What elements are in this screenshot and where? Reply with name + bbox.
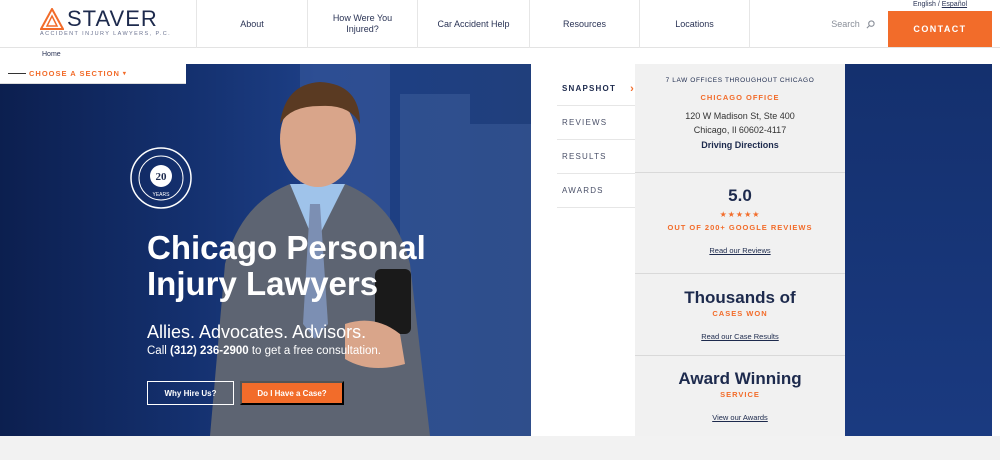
hero-right-background	[845, 64, 992, 436]
badge-years-label: YEARS	[153, 192, 171, 198]
awards-section: Award Winning SERVICE View our Awards	[635, 356, 845, 436]
contact-button[interactable]: CONTACT	[888, 11, 992, 47]
page: STAVER ACCIDENT INJURY LAWYERS, P.C. Abo…	[0, 0, 1000, 460]
lang-english[interactable]: English	[913, 1, 936, 8]
hero-title: Chicago Personal Injury Lawyers	[147, 230, 527, 302]
call-prefix: Call	[147, 345, 171, 357]
20-years-badge-icon: 20 YEARS	[130, 147, 192, 209]
rating-value: 5.0	[728, 186, 752, 205]
cases-caption: CASES WON	[712, 309, 768, 318]
staver-logo[interactable]: STAVER ACCIDENT INJURY LAWYERS, P.C.	[40, 6, 170, 42]
read-reviews-link[interactable]: Read our Reviews	[635, 246, 845, 255]
tab-snapshot[interactable]: SNAPSHOT ›	[557, 72, 639, 106]
office-name: CHICAGO OFFICE	[700, 93, 780, 102]
search-icon[interactable]	[866, 19, 875, 29]
driving-directions-link[interactable]: Driving Directions	[635, 140, 845, 150]
nav-locations[interactable]: Locations	[639, 0, 750, 48]
search-label: Search	[831, 19, 860, 29]
nav-about[interactable]: About	[196, 0, 307, 48]
nav-how-injured[interactable]: How Were You Injured?	[307, 0, 417, 48]
results-section: Thousands of CASES WON Read our Case Res…	[635, 274, 845, 356]
reviews-section: 5.0 ★★★★★ OUT OF 200+ GOOGLE REVIEWS Rea…	[635, 173, 845, 274]
choose-dash	[8, 73, 26, 74]
why-hire-us-button[interactable]: Why Hire Us?	[147, 381, 234, 405]
do-i-have-a-case-button[interactable]: Do I Have a Case?	[240, 381, 344, 405]
main-nav: About How Were You Injured? Car Accident…	[196, 0, 750, 48]
offices-count-text: 7 LAW OFFICES THROUGHOUT CHICAGO	[665, 77, 815, 84]
breadcrumb-bar: Home	[0, 48, 1000, 64]
hero-title-line1: Chicago Personal	[147, 229, 426, 266]
tab-awards[interactable]: AWARDS	[557, 174, 639, 208]
hero-subtitle: Allies. Advocates. Advisors.	[147, 322, 367, 342]
page-right-edge	[992, 48, 1000, 436]
award-caption: SERVICE	[720, 390, 760, 399]
snapshot-info-panel: 7 LAW OFFICES THROUGHOUT CHICAGO CHICAGO…	[635, 64, 845, 436]
nav-resources[interactable]: Resources	[529, 0, 639, 48]
choose-section-dropdown[interactable]: CHOOSE A SECTION ▾	[0, 64, 186, 84]
office-section: 7 LAW OFFICES THROUGHOUT CHICAGO CHICAGO…	[635, 64, 845, 173]
cases-title: Thousands of	[684, 288, 796, 307]
office-address-line1: 120 W Madison St, Ste 400	[685, 111, 795, 121]
tab-label: RESULTS	[562, 152, 607, 161]
tab-reviews[interactable]: REVIEWS	[557, 106, 639, 140]
choose-section-label: CHOOSE A SECTION	[29, 69, 120, 78]
site-header: STAVER ACCIDENT INJURY LAWYERS, P.C. Abo…	[0, 0, 1000, 48]
badge-years-number: 20	[156, 171, 168, 183]
logo-subtitle: ACCIDENT INJURY LAWYERS, P.C.	[40, 31, 172, 37]
logo-text: STAVER	[67, 6, 158, 31]
search-box[interactable]: Search	[820, 0, 886, 48]
language-switcher: English / Español	[888, 0, 992, 11]
tab-results[interactable]: RESULTS	[557, 140, 639, 174]
chevron-down-icon: ▾	[122, 71, 127, 77]
snapshot-tabs: SNAPSHOT › REVIEWS RESULTS AWARDS	[531, 64, 639, 436]
call-suffix: to get a free consultation.	[248, 345, 382, 357]
phone-number[interactable]: (312) 236-2900	[170, 345, 249, 357]
logo-triangle-icon	[40, 8, 64, 30]
tab-label: REVIEWS	[562, 118, 608, 127]
nav-car-accident[interactable]: Car Accident Help	[417, 0, 529, 48]
award-title: Award Winning	[678, 369, 802, 388]
tab-label: AWARDS	[562, 186, 604, 195]
reviews-caption: OUT OF 200+ GOOGLE REVIEWS	[667, 223, 813, 232]
hero-call-text: Call (312) 236-2900 to get a free consul…	[147, 345, 381, 357]
breadcrumb-home[interactable]: Home	[42, 51, 61, 58]
tab-label: SNAPSHOT	[562, 84, 617, 93]
star-rating-icon: ★★★★★	[719, 210, 761, 219]
lang-spanish[interactable]: Español	[942, 1, 967, 8]
view-awards-link[interactable]: View our Awards	[635, 413, 845, 422]
read-case-results-link[interactable]: Read our Case Results	[635, 332, 845, 341]
office-address-line2: Chicago, Il 60602-4117	[693, 125, 787, 135]
page-footer-strip	[0, 436, 1000, 460]
hero-title-line2: Injury Lawyers	[147, 265, 379, 302]
